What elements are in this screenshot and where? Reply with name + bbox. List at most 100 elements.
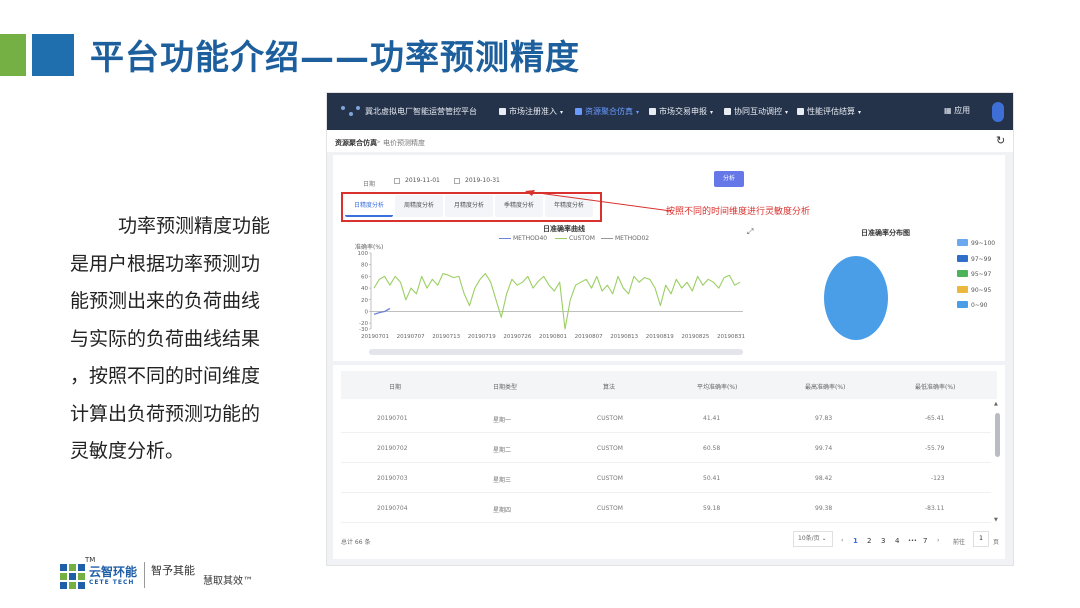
scroll-down-icon[interactable]: ▼ (994, 517, 998, 523)
cell-min-accuracy: -55.79 (925, 445, 945, 452)
nav-coordinated-control[interactable]: 协同互动调控 ▾ (724, 106, 788, 117)
column-header[interactable]: 日期 (389, 382, 401, 391)
page-size-select[interactable]: 10条/页 ⌄ (793, 531, 833, 547)
refresh-icon[interactable]: ↻ (996, 134, 1005, 147)
slide-title: 平台功能介绍——功率预测精度 (90, 38, 580, 78)
x-tick-label: 20190831 (717, 334, 745, 340)
breadcrumb-root[interactable]: 资源聚合仿真 (335, 138, 377, 148)
cell-date: 20190701 (377, 415, 408, 422)
chevron-down-icon: ▾ (636, 109, 640, 116)
description-text: 功率预测精度功能 是用户根据功率预测功 能预测出来的负荷曲线 与实际的负荷曲线结… (70, 208, 285, 471)
logo-divider (144, 562, 145, 588)
page-ellipsis[interactable]: ••• (908, 538, 917, 544)
grid-icon: ▦ (944, 106, 955, 115)
table-row[interactable]: 20190703 星期三 CUSTOM 50.41 98.42 -123 (341, 463, 991, 493)
cell-day-type: 星期一 (493, 417, 512, 424)
pie-legend-item[interactable]: 90~95 (957, 285, 995, 302)
page-number[interactable]: 1 (853, 537, 858, 545)
annotation-arrow-icon (525, 190, 672, 212)
pie-legend-item[interactable]: 97~99 (957, 254, 995, 271)
title-accent-blue (32, 34, 74, 76)
cell-algorithm: CUSTOM (597, 475, 623, 482)
x-tick-label: 20190813 (610, 334, 638, 340)
next-page-icon[interactable]: › (937, 537, 939, 544)
cell-date: 20190703 (377, 475, 408, 482)
cell-min-accuracy: -123 (931, 475, 945, 482)
app-screenshot: 冀北虚拟电厂智能运营管控平台 市场注册准入 ▾ 资源聚合仿真 ▾ 市场交易申报 ▾ 协… (326, 92, 1014, 566)
cell-algorithm: CUSTOM (597, 505, 623, 512)
pie-legend-item[interactable]: 95~97 (957, 270, 995, 286)
chevron-down-icon: ▾ (710, 109, 714, 116)
nav-resource-aggregation[interactable]: 资源聚合仿真 ▾ (575, 106, 639, 117)
cell-max-accuracy: 99.38 (815, 505, 833, 512)
user-icon (499, 108, 506, 115)
breadcrumb-current: 电价预测精度 (383, 139, 425, 147)
pie-legend-item[interactable]: 0~90 (957, 301, 995, 317)
chevron-down-icon: ▾ (785, 109, 789, 116)
x-tick-label: 20190719 (468, 334, 496, 340)
column-header[interactable]: 算法 (603, 382, 615, 391)
table-row[interactable]: 20190701 星期一 CUSTOM 41.41 97.83 -65.41 (341, 403, 991, 433)
cell-max-accuracy: 97.83 (815, 415, 833, 422)
page-number[interactable]: 4 (895, 537, 899, 545)
total-count: 总计 66 条 (341, 539, 371, 546)
logo-name-cn: 云智环能 (89, 565, 138, 579)
logo-name-en: CETE TECH (89, 579, 135, 586)
column-header[interactable]: 日期类型 (493, 382, 517, 391)
scroll-up-icon[interactable]: ▲ (994, 401, 998, 407)
legend-method40[interactable]: METHOD40 (499, 235, 547, 242)
description-line: 与实际的负荷曲线结果 (70, 327, 261, 350)
user-avatar[interactable] (992, 102, 1004, 122)
line-chart-title: 日准确率曲线 (543, 225, 585, 233)
apps-menu[interactable]: ▦ 应用 (944, 105, 970, 116)
page-number[interactable]: 7 (923, 537, 927, 545)
page-number[interactable]: 3 (881, 537, 885, 545)
nav-performance-settlement[interactable]: 性能评估结算 ▾ (797, 106, 861, 117)
chart-zoom-scrollbar[interactable] (369, 349, 743, 355)
start-date-picker[interactable]: 2019-11-01 (391, 174, 440, 188)
cluster-icon (575, 108, 582, 115)
company-logo-icon (60, 564, 85, 589)
cell-avg-accuracy: 60.58 (703, 445, 721, 452)
legend-method02[interactable]: METHOD02 (601, 235, 649, 242)
end-date-picker[interactable]: 2019-10-31 (451, 174, 500, 188)
cell-avg-accuracy: 50.41 (703, 475, 721, 482)
date-label: 日期 (363, 181, 376, 188)
page-unit: 页 (993, 539, 1000, 546)
table-header: 日期 日期类型 算法 平均准确率(%) 最高准确率(%) 最低准确率(%) (341, 371, 997, 399)
page-number[interactable]: 2 (867, 537, 871, 545)
cell-avg-accuracy: 41.41 (703, 415, 721, 422)
series-line-custom (373, 272, 741, 330)
cell-date: 20190702 (377, 445, 408, 452)
chevron-down-icon: ⌄ (821, 535, 827, 542)
nav-market-trading[interactable]: 市场交易申报 ▾ (649, 106, 713, 117)
table-row[interactable]: 20190702 星期二 CUSTOM 60.58 99.74 -55.79 (341, 433, 991, 463)
cell-min-accuracy: -83.11 (925, 505, 945, 512)
pie-chart-title: 日准确率分布图 (861, 229, 910, 237)
x-tick-label: 20190807 (575, 334, 603, 340)
description-line: ，按照不同的时间维度 (70, 365, 261, 387)
y-tick-label: -30 (359, 327, 368, 333)
control-icon (724, 108, 731, 115)
pie-legend-item[interactable]: 99~100 (957, 239, 995, 255)
goto-page-input[interactable]: 1 (973, 531, 989, 547)
nav-market-registration[interactable]: 市场注册准入 ▾ (499, 106, 563, 117)
table-row[interactable]: 20190704 星期四 CUSTOM 59.18 99.38 -83.11 (341, 493, 991, 523)
analyze-button[interactable]: 分析 (714, 171, 744, 187)
accuracy-line-chart: 100806040200-20-3020190701 20190707 201907… (358, 251, 746, 340)
cell-day-type: 星期三 (493, 477, 512, 484)
expand-icon[interactable]: ⤢ (747, 227, 753, 237)
slogan-line-2: 慧取其效™ (203, 576, 253, 587)
title-accent-green (0, 34, 26, 76)
pie-slice-0-90 (824, 256, 888, 340)
column-header[interactable]: 平均准确率(%) (697, 382, 737, 391)
goto-label: 前往 (953, 539, 966, 546)
table-scrollbar-thumb[interactable] (995, 413, 1000, 457)
y-tick-label: 100 (358, 251, 369, 257)
column-header[interactable]: 最低准确率(%) (915, 382, 955, 391)
column-header[interactable]: 最高准确率(%) (805, 382, 845, 391)
prev-page-icon[interactable]: ‹ (841, 537, 843, 544)
annotation-text: 按照不同的时间维度进行灵敏度分析 (666, 207, 811, 217)
cell-max-accuracy: 98.42 (815, 475, 833, 482)
legend-custom[interactable]: CUSTOM (555, 235, 595, 242)
